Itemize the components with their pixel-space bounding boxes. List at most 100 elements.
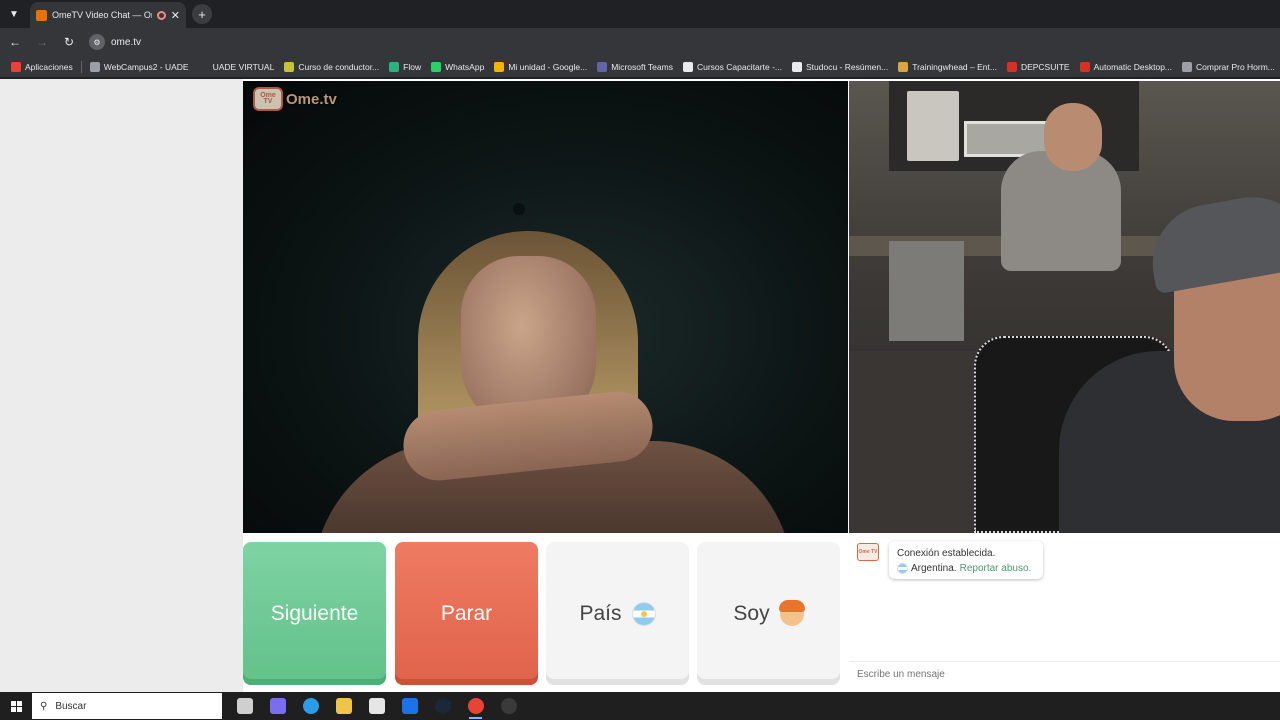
store-icon-glyph — [368, 698, 385, 714]
copilot-icon-glyph — [269, 698, 286, 714]
bookmark-favicon-icon — [682, 61, 693, 72]
copilot-icon[interactable] — [261, 692, 294, 720]
bookmark-item[interactable]: Comprar Pro Horm... — [1177, 61, 1280, 72]
bookmark-label: Trainingwhead – Ent... — [912, 61, 997, 72]
bookmark-label: WebCampus2 - UADE — [103, 61, 189, 72]
bookmark-item[interactable]: Mi unidad - Google... — [489, 61, 592, 72]
bookmark-label: WhatsApp — [445, 61, 485, 72]
ometv-logo-icon: Ome TV — [253, 87, 283, 111]
argentina-flag-icon — [631, 601, 656, 626]
bookmark-label: UADE VIRTUAL — [212, 61, 275, 72]
country-button-label: País — [579, 601, 622, 625]
outlook-icon-glyph — [401, 698, 418, 714]
bookmark-item[interactable]: Automatic Desktop... — [1075, 61, 1177, 72]
windows-logo-icon — [10, 700, 22, 712]
next-button[interactable]: Siguiente — [243, 542, 386, 685]
address-bar-url[interactable]: ome.tv — [111, 37, 141, 48]
recording-indicator-icon — [156, 10, 166, 20]
gender-button[interactable]: Soy — [697, 542, 840, 685]
bookmark-favicon-icon — [898, 61, 909, 72]
bookmark-label: DEPCSUITE — [1020, 61, 1070, 72]
bookmark-item[interactable]: Microsoft Teams — [592, 61, 678, 72]
bookmark-favicon-icon — [89, 61, 100, 72]
forward-icon[interactable]: → — [30, 30, 54, 54]
bookmark-item[interactable]: Trainingwhead – Ent... — [893, 61, 1002, 72]
bookmark-favicon-icon — [198, 61, 209, 72]
country-line: Argentina. Reportar abuso. — [897, 561, 1035, 576]
bookmark-favicon-icon — [597, 61, 608, 72]
bookmark-item[interactable]: WebCampus2 - UADE — [85, 61, 194, 72]
bookmark-item[interactable]: Studocu - Resúmen... — [787, 61, 893, 72]
steam-icon[interactable] — [426, 692, 459, 720]
bookmark-favicon-icon — [284, 61, 295, 72]
bookmark-item[interactable]: WhatsApp — [426, 61, 489, 72]
boy-avatar-icon — [778, 599, 805, 626]
local-video — [849, 81, 1280, 533]
taskbar-apps — [228, 692, 525, 720]
store-icon[interactable] — [360, 692, 393, 720]
steam-icon-glyph — [434, 698, 451, 714]
windows-taskbar: ⚲ Buscar — [0, 692, 1280, 720]
tab-strip: ▼ OmeTV Video Chat — Ome ✕ + — [0, 0, 1280, 28]
bookmark-item[interactable]: Cursos Capacitarte -... — [678, 61, 787, 72]
bookmark-label: Aplicaciones — [25, 61, 73, 72]
chrome-icon-glyph — [467, 698, 484, 714]
bookmark-label: Studocu - Resúmen... — [805, 61, 889, 72]
stop-button[interactable]: Parar — [395, 542, 538, 685]
system-message: Conexión establecida. Argentina. Reporta… — [889, 541, 1043, 579]
country-button[interactable]: País — [546, 542, 689, 685]
bookmark-favicon-icon — [1006, 61, 1017, 72]
obs-icon[interactable] — [492, 692, 525, 720]
reload-icon[interactable]: ↻ — [57, 30, 81, 54]
bookmark-label: Flow — [403, 61, 422, 72]
back-icon[interactable]: ← — [3, 30, 27, 54]
stop-button-label: Parar — [440, 601, 493, 625]
tab-close-icon[interactable]: ✕ — [171, 9, 180, 22]
address-bar[interactable]: ⚙ ome.tv — [89, 30, 1274, 54]
browser-toolbar: ← → ↻ ⚙ ome.tv — [0, 28, 1280, 56]
file-explorer-icon[interactable] — [327, 692, 360, 720]
ometv-logo-text: Ome.tv — [286, 90, 337, 108]
ometv-chat-logo-icon: Ome TV — [857, 543, 879, 561]
bookmark-item[interactable]: Aplicaciones — [6, 61, 78, 72]
bookmark-favicon-icon — [1182, 61, 1193, 72]
bookmark-favicon-icon — [11, 61, 21, 72]
left-margin — [0, 79, 243, 692]
chat-panel: Ome TV Conexión establecida. Argentina. … — [849, 535, 1280, 692]
bookmark-favicon-icon — [389, 61, 400, 72]
ometv-favicon-icon — [36, 9, 47, 21]
new-tab-button[interactable]: + — [192, 4, 212, 24]
bookmark-item[interactable]: DEPCSUITE — [1002, 61, 1075, 72]
task-view-icon[interactable] — [228, 692, 261, 720]
taskbar-search[interactable]: ⚲ Buscar — [32, 693, 222, 719]
outlook-icon[interactable] — [393, 692, 426, 720]
start-button[interactable] — [0, 692, 32, 720]
bookmark-favicon-icon — [431, 61, 442, 72]
task-view-icon-glyph — [236, 698, 253, 714]
obs-icon-glyph — [500, 698, 517, 714]
report-abuse-link[interactable]: Reportar abuso. — [960, 561, 1032, 576]
tab-search-icon[interactable]: ▼ — [2, 2, 26, 26]
site-info-icon[interactable]: ⚙ — [89, 34, 105, 50]
bookmarks-bar: Aplicaciones WebCampus2 - UADE UADE VIRTUA… — [0, 56, 1280, 78]
oven — [889, 241, 964, 341]
edge-icon[interactable] — [294, 692, 327, 720]
bookmark-label: Cursos Capacitarte -... — [696, 61, 782, 72]
bookmark-favicon-icon — [791, 61, 802, 72]
bookmark-item[interactable]: Curso de conductor... — [279, 61, 384, 72]
tab-ometv[interactable]: OmeTV Video Chat — Ome ✕ — [30, 2, 186, 28]
person-standing-head — [1044, 103, 1102, 171]
chrome-icon[interactable] — [459, 692, 492, 720]
bookmark-label: Microsoft Teams — [611, 61, 673, 72]
next-button-label: Siguiente — [270, 601, 359, 625]
edge-icon-glyph — [302, 698, 319, 714]
bookmark-favicon-icon — [494, 61, 505, 72]
bookmark-label: Automatic Desktop... — [1093, 61, 1173, 72]
bookmark-item[interactable]: Flow — [384, 61, 426, 72]
bookmark-item[interactable]: UADE VIRTUAL — [194, 61, 280, 72]
bookmark-label: Curso de conductor... — [298, 61, 380, 72]
partner-country: Argentina. — [911, 563, 957, 574]
tab-title: OmeTV Video Chat — Ome — [52, 10, 152, 20]
search-icon: ⚲ — [40, 700, 48, 712]
chat-message-input[interactable] — [857, 668, 1280, 680]
